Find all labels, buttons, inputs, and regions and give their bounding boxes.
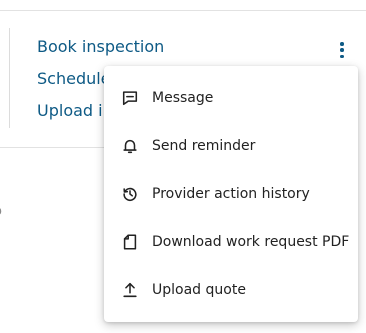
top-divider	[0, 10, 366, 11]
kebab-dot	[340, 42, 344, 46]
menu-item-label: Message	[152, 90, 214, 106]
menu-item-label: Upload quote	[152, 282, 246, 298]
menu-item-provider-action-history[interactable]: Provider action history	[104, 170, 358, 218]
bell-icon	[120, 136, 140, 156]
menu-item-label: Provider action history	[152, 186, 310, 202]
menu-item-upload-quote[interactable]: Upload quote	[104, 266, 358, 314]
book-inspection-link[interactable]: Book inspection	[37, 36, 164, 68]
history-icon	[120, 184, 140, 204]
message-icon	[120, 88, 140, 108]
menu-item-download-work-request-pdf[interactable]: Download work request PDF	[104, 218, 358, 266]
document-icon	[120, 232, 140, 252]
upload-icon	[120, 280, 140, 300]
options-menu: Message Send reminder Provider action hi…	[104, 66, 358, 322]
more-options-button[interactable]	[336, 40, 348, 60]
menu-item-send-reminder[interactable]: Send reminder	[104, 122, 358, 170]
bottom-divider	[0, 147, 110, 148]
background-text: o	[0, 204, 2, 219]
kebab-dot	[340, 54, 344, 58]
menu-item-message[interactable]: Message	[104, 74, 358, 122]
kebab-dot	[340, 48, 344, 52]
menu-item-label: Download work request PDF	[152, 234, 350, 250]
left-divider	[9, 28, 10, 128]
menu-item-label: Send reminder	[152, 138, 256, 154]
